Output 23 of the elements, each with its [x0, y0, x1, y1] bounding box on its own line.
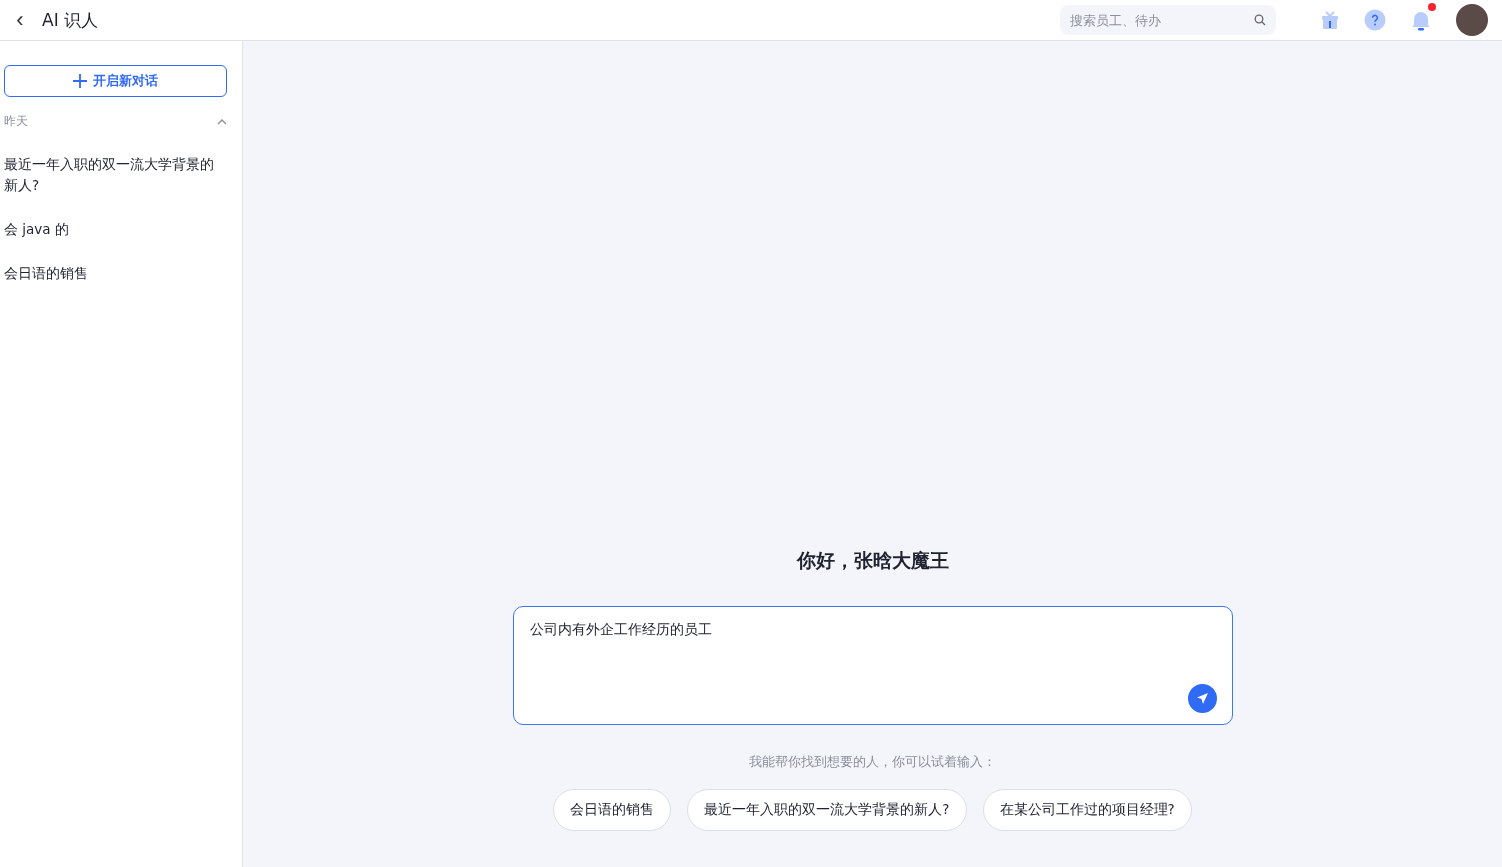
gift-icon[interactable]	[1320, 10, 1340, 30]
suggestion-chip[interactable]: 在某公司工作过的项目经理?	[982, 789, 1192, 831]
search-field[interactable]: 搜索员工、待办	[1060, 5, 1276, 35]
history-item[interactable]: 最近一年入职的双一流大学背景的新人?	[4, 154, 219, 196]
caret-icon	[217, 118, 227, 125]
collapse-button[interactable]	[217, 118, 227, 125]
suggestion-chip[interactable]: 最近一年入职的双一流大学背景的新人?	[687, 789, 967, 831]
suggestion-chip[interactable]: 会日语的销售	[553, 789, 672, 831]
back-button[interactable]: ‹	[12, 9, 28, 31]
hint-text: 我能帮你找到想要的人，你可以试着输入：	[749, 753, 996, 771]
help-icon[interactable]	[1364, 9, 1386, 31]
bell-icon[interactable]	[1410, 9, 1432, 31]
page-title: AI 识人	[42, 8, 99, 32]
history-item[interactable]: 会日语的销售	[4, 263, 219, 284]
query-input[interactable]: 公司内有外企工作经历的员工	[512, 606, 1233, 725]
search-icon	[1254, 14, 1266, 26]
group-label: 昨天	[4, 113, 28, 130]
plus-icon	[73, 74, 87, 88]
new-chat-button[interactable]: 开启新对话	[4, 65, 227, 97]
greeting: 你好，张晗大魔王	[796, 548, 949, 573]
send-icon	[1195, 692, 1209, 705]
history-item[interactable]: 会 java 的	[4, 219, 219, 240]
avatar[interactable]	[1456, 4, 1488, 36]
